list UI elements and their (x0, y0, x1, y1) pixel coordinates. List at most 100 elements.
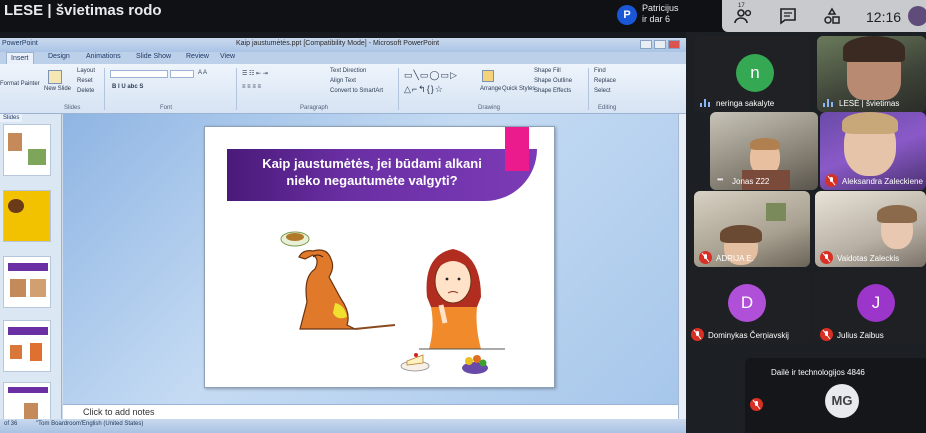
shapes-gallery-icon[interactable]: ▭╲▭◯▭▷ (404, 70, 458, 81)
font-name-field[interactable] (110, 70, 168, 78)
participant-tile[interactable]: LESĖ | švietimas (817, 36, 926, 112)
people-icon[interactable] (734, 7, 754, 25)
convert-smartart-button[interactable]: Convert to SmartArt (330, 88, 383, 94)
slide-title-line1: Kaip jaustumėtės, jei būdami alkani (262, 156, 482, 171)
mic-off-icon (699, 251, 712, 264)
others-line2: ir dar 6 (642, 14, 671, 24)
activities-icon[interactable] (822, 7, 842, 25)
tab-insert[interactable]: Insert (6, 52, 34, 64)
format-painter-label[interactable]: Format Painter (0, 81, 40, 87)
participant-tile[interactable]: Aleksandra Zaleckiene (820, 112, 926, 190)
slide-thumbnails: Slides (0, 114, 62, 433)
ribbon-separator (104, 68, 105, 110)
mic-off-icon (691, 328, 704, 341)
shape-effects-button[interactable]: Shape Effects (534, 88, 571, 94)
participant-tile[interactable]: J Julius Zaibus (815, 270, 926, 344)
ribbon-separator (236, 68, 237, 110)
slide-thumbnail[interactable] (3, 190, 51, 242)
bullets-icon[interactable]: ☰ ☷ ⇤ ⇥ (242, 70, 268, 77)
current-slide[interactable]: Kaip jaustumėtės, jei būdami alkani niek… (204, 126, 555, 388)
close-button[interactable] (668, 40, 680, 49)
language-indicator: English (United States) (82, 421, 144, 427)
participant-name: Vaidotas Zaleckis (837, 254, 900, 263)
reset-button[interactable]: Reset (77, 78, 93, 84)
vertical-scrollbar[interactable] (678, 114, 686, 426)
participant-tile[interactable]: n neringa sakalyte (694, 36, 810, 112)
participant-tile[interactable]: ••• Jonas Z22 (710, 112, 818, 190)
new-slide-icon[interactable] (48, 70, 62, 84)
find-button[interactable]: Find (594, 68, 606, 74)
meet-screen: LESE | švietimas rodo P Patricijus ir da… (0, 0, 926, 433)
minimize-button[interactable] (640, 40, 652, 49)
slide-accent-box (505, 127, 529, 171)
participant-tile[interactable]: Vaidotas Zaleckis (815, 191, 926, 267)
mic-off-icon (750, 398, 763, 411)
others-label: Patricijus ir dar 6 (642, 3, 679, 25)
thumbnails-tab[interactable]: Slides (0, 114, 23, 122)
participant-tile[interactable]: Dailė ir technologijos 4846 MG (745, 358, 926, 433)
slide-title[interactable]: Kaip jaustumėtės, jei būdami alkani niek… (227, 155, 517, 189)
bold-icon[interactable]: B I U abc S (112, 84, 143, 90)
new-slide-label[interactable]: New Slide (44, 86, 71, 92)
participants-count-badge: 17 (738, 3, 745, 9)
presenter-avatar[interactable]: P (617, 5, 637, 25)
group-paragraph: Paragraph (300, 105, 329, 111)
participant-tile[interactable]: ADRIJA E. (694, 191, 810, 267)
quick-styles-label[interactable]: Quick Styles (502, 86, 535, 92)
slide-count: of 36 (4, 421, 18, 427)
text-direction-button[interactable]: Text Direction (330, 68, 366, 74)
chat-icon[interactable] (778, 7, 798, 25)
layout-button[interactable]: Layout (77, 68, 95, 74)
align-text-button[interactable]: Align Text (330, 78, 356, 84)
tab-slide-show[interactable]: Slide Show (136, 53, 171, 60)
replace-button[interactable]: Replace (594, 78, 616, 84)
others-line1: Patricijus (642, 3, 679, 13)
group-drawing: Drawing (478, 105, 501, 111)
clock: 12:16 (866, 9, 902, 25)
align-icon[interactable]: ≡ ≡ ≡ ≡ (242, 84, 261, 90)
arrange-label[interactable]: Arrange (480, 86, 501, 92)
slide-thumbnail[interactable] (3, 256, 51, 308)
more-options-icon[interactable]: ••• (717, 175, 723, 184)
slide-thumbnail[interactable] (3, 124, 51, 176)
tab-design[interactable]: Design (48, 53, 70, 60)
slide-editing-area: Kaip jaustumėtės, jei būdami alkani niek… (63, 114, 686, 404)
grow-font-icon[interactable]: A A (198, 70, 207, 76)
mic-off-icon (820, 251, 833, 264)
slide-thumbnail[interactable] (3, 320, 51, 372)
notes-placeholder: Click to add notes (83, 407, 155, 417)
participant-avatar: MG (825, 384, 859, 418)
ribbon: Format Painter New Slide Layout Reset De… (0, 64, 686, 114)
arrange-icon[interactable] (482, 70, 494, 82)
participant-name: Dominykas Čerņiavskij (708, 331, 789, 340)
participant-tile[interactable]: D Dominykas Čerņiavskij (686, 270, 810, 344)
participant-name: Jonas Z22 (732, 177, 770, 186)
shape-outline-button[interactable]: Shape Outline (534, 78, 572, 84)
shape-fill-button[interactable]: Shape Fill (534, 68, 561, 74)
participant-name: Aleksandra Zaleckiene (842, 177, 923, 186)
participant-name: Dailė ir technologijos 4846 (771, 368, 865, 377)
select-button[interactable]: Select (594, 88, 611, 94)
self-avatar[interactable] (908, 6, 926, 26)
group-slides: Slides (64, 105, 81, 111)
top-controls: 17 12:16 (722, 0, 926, 32)
tab-animations[interactable]: Animations (86, 53, 121, 60)
presenting-label: LESE | švietimas rodo (4, 2, 162, 19)
tab-review[interactable]: Review (186, 53, 209, 60)
participant-avatar: D (728, 284, 766, 322)
delete-button[interactable]: Delete (77, 88, 94, 94)
participant-name: LESĖ | švietimas (839, 99, 900, 108)
window-controls (640, 40, 680, 49)
maximize-button[interactable] (654, 40, 666, 49)
group-font: Font (160, 105, 173, 111)
slide-title-banner: Kaip jaustumėtės, jei būdami alkani niek… (227, 149, 537, 201)
shapes-gallery-row2-icon[interactable]: △⌐↰{}☆ (404, 84, 444, 95)
ppt-app-label: PowerPoint (2, 40, 38, 47)
top-bar: LESE | švietimas rodo P Patricijus ir da… (0, 0, 926, 32)
mic-off-icon (825, 174, 838, 187)
font-size-field[interactable] (170, 70, 194, 78)
ribbon-separator (398, 68, 399, 110)
notes-pane[interactable]: Click to add notes (63, 404, 678, 419)
tab-view[interactable]: View (220, 53, 235, 60)
theme-name: "Tom Boardroom" (36, 421, 83, 427)
